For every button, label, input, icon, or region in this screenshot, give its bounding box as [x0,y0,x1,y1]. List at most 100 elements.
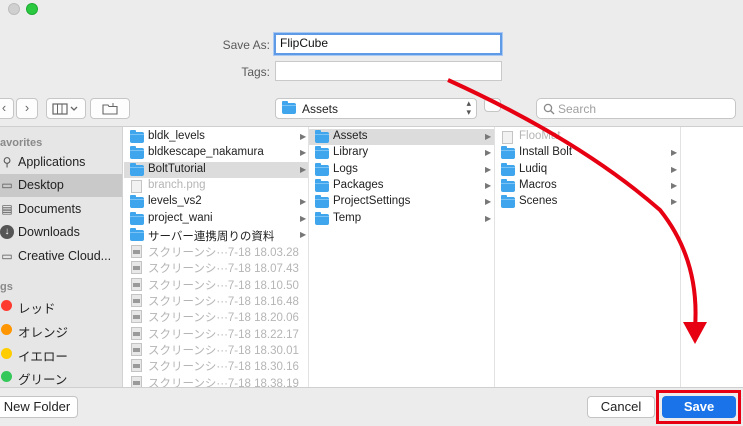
file-icon [502,131,513,144]
item-name: FlooMat [519,130,561,142]
folder-row[interactable]: Temp ▶ [309,211,494,227]
file-row[interactable]: スクリーンシ···7-18 18.38.19 [124,374,308,388]
cancel-button[interactable]: Cancel [587,396,655,418]
folder-row[interactable]: levels_vs2 ▶ [124,194,308,210]
back-button[interactable]: ‹ [0,98,14,119]
close-window-button[interactable] [8,3,20,15]
sidebar-tag-orange[interactable]: オレンジ [0,318,122,341]
disclosure-arrow-icon: ▶ [300,148,307,158]
folder-row[interactable]: Ludiq ▶ [495,162,680,178]
image-file-icon [131,245,142,259]
sidebar: avorites ⚲ Applications ▭ Desktop ▤ Docu… [0,127,123,387]
folder-row[interactable]: BoltTutorial ▶ [124,161,308,178]
folder-row[interactable]: Install Bolt ▶ [495,145,680,161]
forward-button[interactable]: › [16,98,38,119]
folder-row[interactable]: Library ▶ [309,145,494,161]
save-as-input[interactable]: FlipCube [274,33,502,55]
title-bar [0,0,743,20]
disclosure-arrow-icon: ▶ [485,180,492,190]
file-row[interactable]: スクリーンシ···7-18 18.03.28 [124,243,308,259]
folder-row[interactable]: Packages ▶ [309,178,494,194]
folder-row[interactable]: Assets ▶ [309,129,494,145]
item-name: Temp [333,211,362,224]
folder-row[interactable]: project_wani ▶ [124,211,308,227]
save-form: Save As: FlipCube Tags: [0,20,743,92]
file-row[interactable]: スクリーンシ···7-18 18.10.50 [124,276,308,292]
save-button[interactable]: Save [662,396,736,418]
folder-row[interactable]: Scenes ▶ [495,194,680,210]
file-row[interactable]: スクリーンシ···7-18 18.20.06 [124,308,308,324]
disclosure-arrow-icon: ▶ [485,164,492,174]
browser-column-3: FlooMat Install Bolt ▶ Ludiq ▶ Macros ▶ Scenes ▶ [495,127,681,387]
file-row[interactable]: FlooMat [495,129,680,145]
yellow-tag-icon [1,348,12,359]
sidebar-item-applications[interactable]: ⚲ Applications [0,151,122,174]
item-name: スクリーンシ···7-18 18.38.19 [148,377,299,388]
folder-icon [315,178,329,192]
file-row[interactable]: スクリーンシ···7-18 18.30.16 [124,357,308,373]
expand-button[interactable]: ⌃ [484,98,501,112]
file-row[interactable]: スクリーンシ···7-18 18.30.01 [124,341,308,357]
item-name: bldkescape_nakamura [148,146,264,159]
item-name: ProjectSettings [333,195,411,208]
search-icon [543,103,555,115]
folder-row[interactable]: Macros ▶ [495,178,680,194]
disclosure-arrow-icon: ▶ [485,197,492,207]
item-name: サーバー連携周りの資料 [148,230,275,243]
sidebar-item-label: レッド [18,302,56,316]
folder-row[interactable]: Logs ▶ [309,162,494,178]
new-folder-icon [102,103,118,115]
image-file-icon [131,277,142,291]
zoom-window-button[interactable] [26,3,38,15]
item-name: Packages [333,178,384,191]
applications-icon: ⚲ [2,155,12,169]
sidebar-tag-red[interactable]: レッド [0,294,122,317]
view-mode-button[interactable] [46,98,86,119]
file-row[interactable]: スクリーンシ···7-18 18.16.48 [124,292,308,308]
disclosure-arrow-icon: ▶ [485,148,492,158]
sidebar-item-label: Desktop [18,178,64,192]
sidebar-tag-green[interactable]: グリーン [0,365,122,387]
disclosure-arrow-icon: ▶ [671,180,678,190]
image-file-icon [131,261,142,275]
new-folder-button[interactable]: New Folder [0,396,78,418]
folder-icon [315,130,329,143]
sidebar-item-desktop[interactable]: ▭ Desktop [0,174,122,197]
folder-row[interactable]: ProjectSettings ▶ [309,194,494,210]
file-row[interactable]: branch.png [124,178,308,194]
search-placeholder: Search [558,102,597,116]
new-folder-toolbar-button[interactable] [90,98,130,119]
tags-input[interactable] [275,61,502,81]
disclosure-arrow-icon: ▶ [300,197,307,207]
folder-icon [501,178,515,192]
location-popup[interactable]: Assets ▴ ▾ [275,98,477,119]
disclosure-arrow-icon: ▶ [671,148,678,158]
item-name: スクリーンシ···7-18 18.16.48 [148,296,299,308]
disclosure-arrow-icon: ▶ [671,197,678,207]
browser-column-2: Assets ▶ Library ▶ Logs ▶ Packages ▶ ProjectSett… [309,127,495,387]
sidebar-item-documents[interactable]: ▤ Documents [0,198,122,221]
downloads-icon: ↓ [0,225,14,239]
file-row[interactable]: スクリーンシ···7-18 18.07.43 [124,259,308,275]
disclosure-arrow-icon: ▶ [300,164,307,174]
folder-icon [315,162,329,176]
folder-icon: ▭ [1,249,13,263]
save-as-label: Save As: [222,38,270,52]
folder-icon [315,146,329,160]
search-field[interactable]: Search [536,98,736,119]
folder-row[interactable]: bldk_levels ▶ [124,129,308,145]
folder-row[interactable]: サーバー連携周りの資料 ▶ [124,227,308,243]
item-name: Logs [333,162,358,175]
item-name: Macros [519,178,557,191]
folder-icon [501,162,515,176]
green-tag-icon [1,371,12,382]
folder-row[interactable]: bldkescape_nakamura ▶ [124,145,308,161]
image-file-icon [131,359,142,373]
sidebar-item-downloads[interactable]: ↓ Downloads [0,221,122,244]
sidebar-item-creative-cloud[interactable]: ▭ Creative Cloud... [0,245,122,268]
sidebar-tag-yellow[interactable]: イエロー [0,342,122,365]
item-name: project_wani [148,211,213,224]
sidebar-item-label: イエロー [18,350,68,364]
file-row[interactable]: スクリーンシ···7-18 18.22.17 [124,325,308,341]
toolbar: ‹ › Assets ▴ ▾ ⌃ Search [0,92,743,127]
